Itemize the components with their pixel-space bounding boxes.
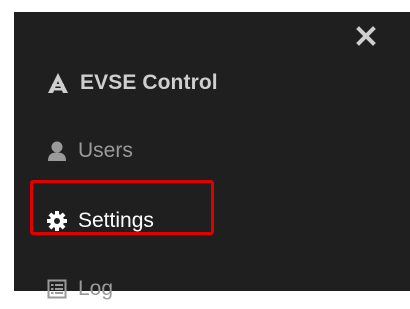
log-icon	[46, 279, 68, 299]
sidebar-panel: EVSE Control Users Settings Log	[14, 12, 410, 300]
brand-label: EVSE Control	[80, 71, 218, 94]
close-button[interactable]	[352, 19, 382, 53]
sidebar-item-label: Log	[78, 277, 114, 300]
tower-icon	[46, 72, 70, 94]
user-icon	[46, 140, 68, 162]
sidebar-item-users[interactable]: Users	[46, 131, 133, 171]
sidebar-item-label: Users	[78, 139, 133, 162]
brand-title: EVSE Control	[46, 63, 218, 103]
close-icon	[356, 26, 376, 46]
highlight-box	[30, 180, 214, 235]
sidebar-item-log[interactable]: Log	[46, 269, 113, 309]
